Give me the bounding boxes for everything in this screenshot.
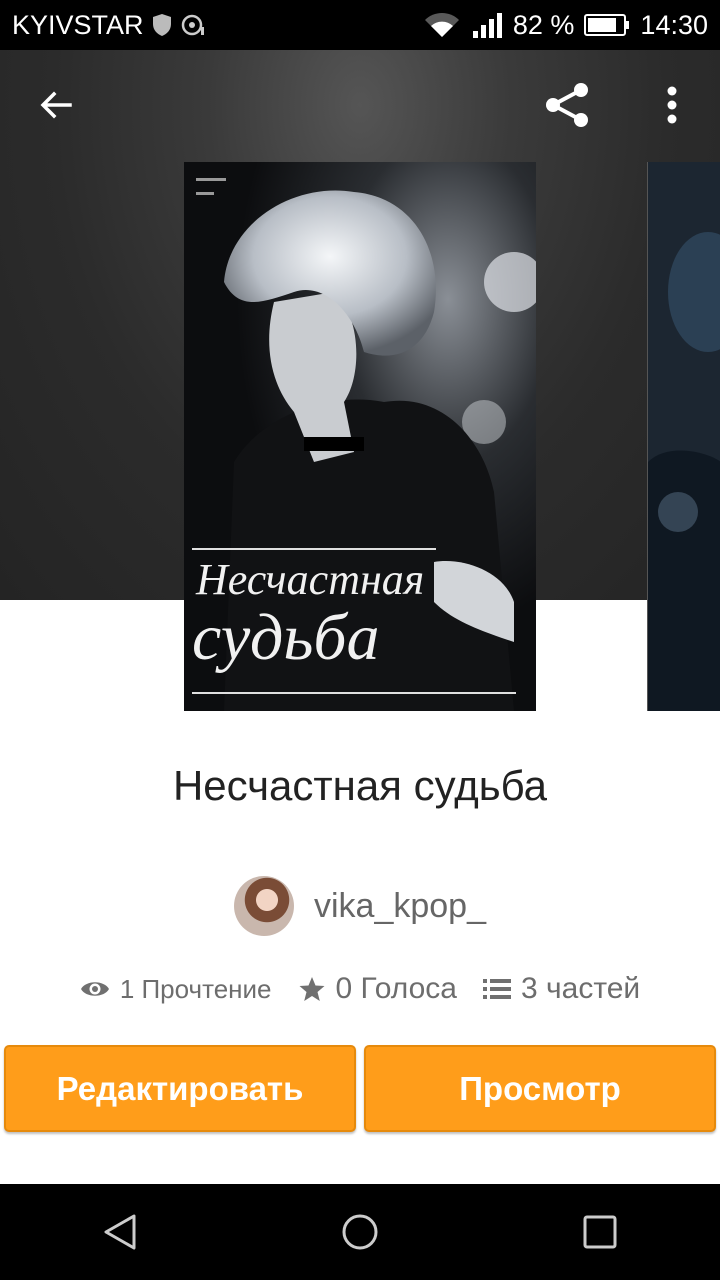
- back-button[interactable]: [28, 77, 84, 133]
- star-icon: [299, 977, 324, 1001]
- cover-title-line1: Несчастная: [196, 555, 425, 604]
- back-arrow-icon: [40, 91, 72, 119]
- hotspot-icon: [181, 14, 204, 36]
- cover-title-line2: судьба: [192, 601, 380, 674]
- parts-count: 3 частей: [521, 972, 641, 1005]
- avatar[interactable]: [233, 876, 294, 936]
- next-cover-image: [648, 162, 720, 711]
- votes-stat: 0 Голоса: [298, 972, 458, 1006]
- shield-icon: [152, 14, 171, 36]
- share-button[interactable]: [540, 77, 596, 133]
- edit-button[interactable]: Редактировать: [4, 1045, 356, 1132]
- share-icon: [546, 83, 588, 127]
- clock: 14:30: [640, 9, 708, 40]
- battery-percent: 82 %: [512, 9, 575, 40]
- story-title: Несчастная судьба: [172, 762, 548, 809]
- signal-icon: [472, 13, 502, 38]
- nav-recents-icon[interactable]: [580, 1212, 620, 1252]
- author-link[interactable]: vika_kpop_: [0, 876, 720, 936]
- carrier-name: KYIVSTAR: [12, 9, 144, 40]
- reads-stat: 1 Прочтение: [80, 974, 272, 1005]
- author-name[interactable]: vika_kpop_: [314, 887, 486, 926]
- app-bar: [0, 50, 720, 160]
- votes-count: 0 Голоса: [335, 972, 458, 1005]
- battery-icon: [584, 14, 630, 36]
- list-icon: [483, 979, 511, 999]
- status-bar: KYIVSTAR 82 % 14:30: [0, 0, 720, 50]
- reads-count: 1 Прочтение: [119, 973, 272, 1004]
- nav-home-icon[interactable]: [340, 1212, 380, 1252]
- story-cover[interactable]: Несчастная судьба: [184, 162, 536, 711]
- eye-icon: [80, 982, 109, 996]
- parts-stat: 3 частей: [483, 972, 640, 1006]
- more-vert-icon: [667, 86, 677, 124]
- nav-back-icon[interactable]: [100, 1212, 140, 1252]
- system-nav-bar: [0, 1184, 720, 1280]
- more-options-button[interactable]: [644, 77, 700, 133]
- next-story-cover[interactable]: [647, 162, 720, 711]
- wifi-icon: [424, 12, 459, 37]
- story-stats: 1 Прочтение 0 Голоса 3 частей: [0, 972, 720, 1006]
- view-button[interactable]: Просмотр: [364, 1045, 716, 1132]
